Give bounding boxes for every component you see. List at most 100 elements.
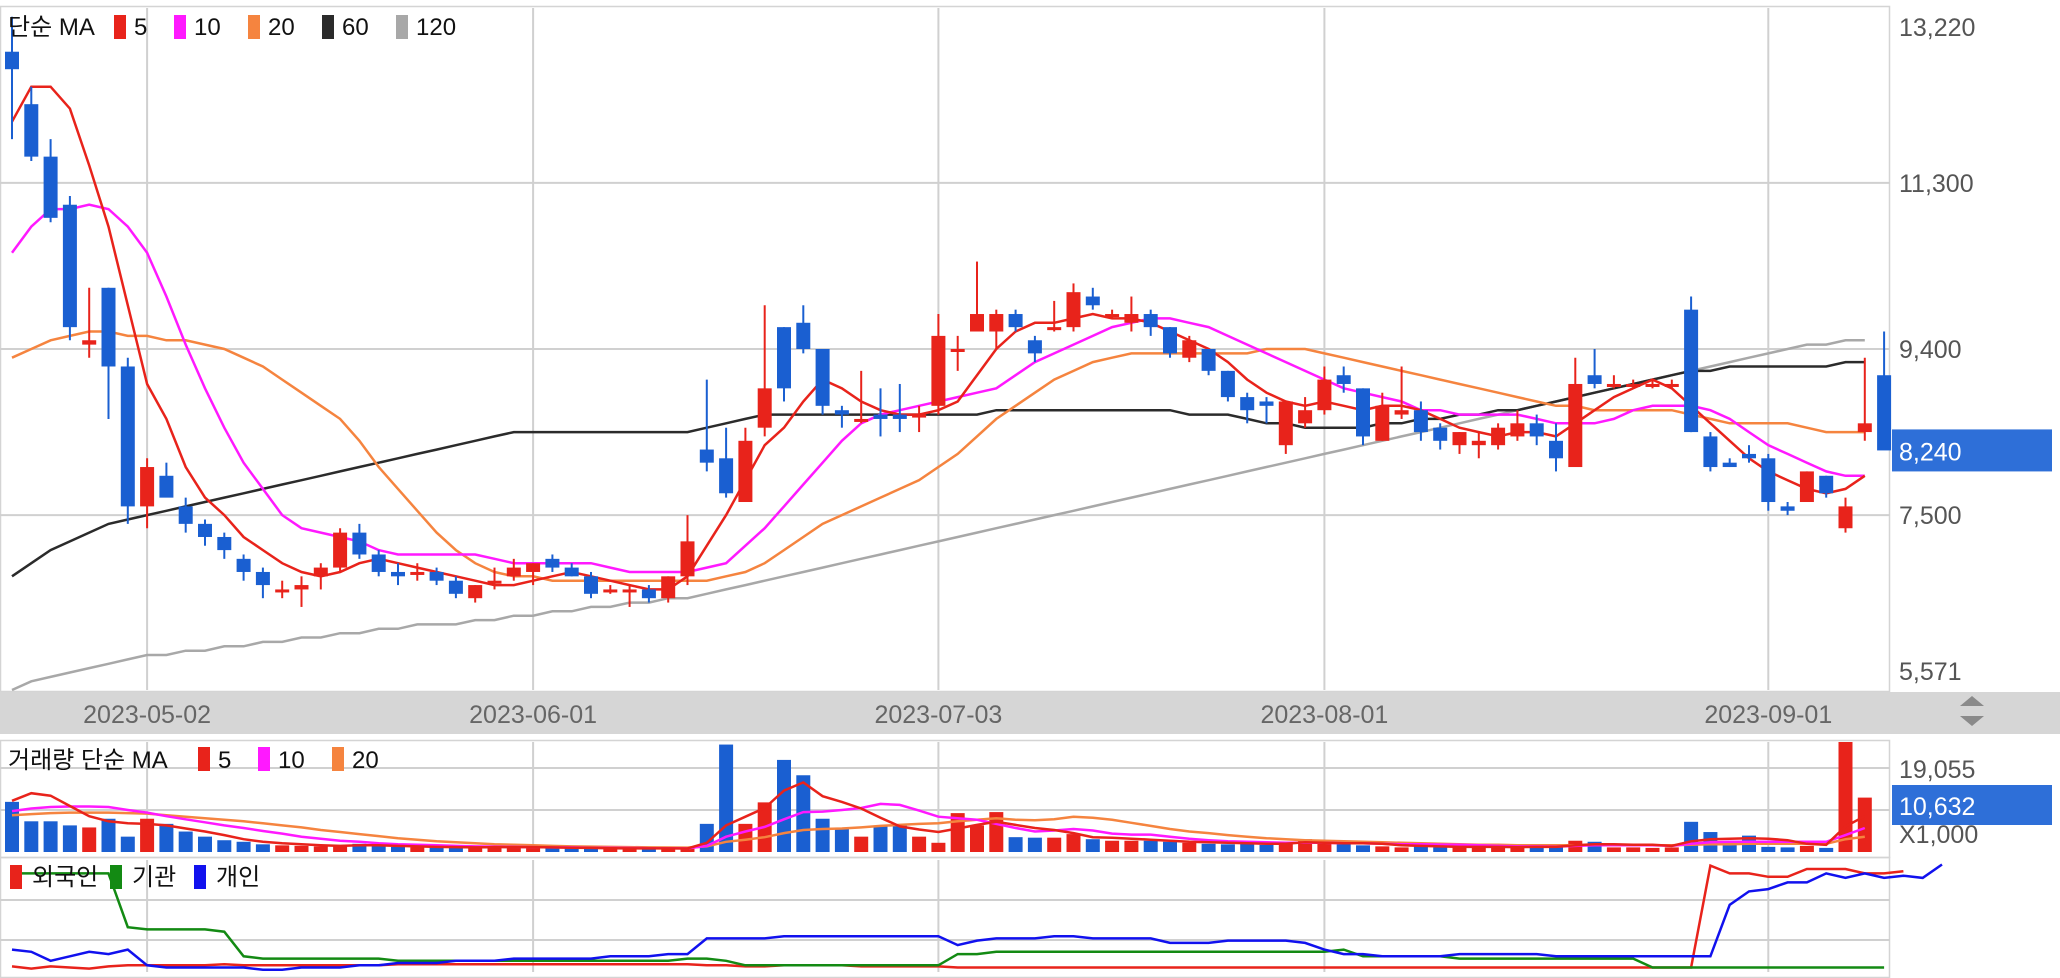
candle-body [1838,506,1853,529]
volume-legend-label-ma-5: 5 [218,747,231,774]
volume-bar [873,826,888,852]
volume-axis: 19,055 X1,00010,632 [1892,756,2052,849]
volume-bar [101,818,116,852]
candle-body [1780,506,1795,511]
candle-body [796,322,811,349]
candle-body [719,458,734,494]
candle-body [1298,410,1313,424]
investor-legend-swatch [110,865,122,889]
legend-label-ma-10: 10 [194,14,221,41]
volume-bar [294,845,309,852]
volume-bar [1124,840,1139,852]
candle-body [62,204,77,328]
volume-bar [43,821,58,852]
investor-flow-lines [11,863,1943,972]
legend-label-ma-5: 5 [134,14,147,41]
candle-body [294,585,309,590]
candle-body [1240,397,1255,411]
legend-swatch-ma-10 [174,15,186,39]
candle-body [1761,458,1776,503]
volume-bar [313,846,328,852]
investor-legend-swatch [194,865,206,889]
candle-body [82,340,97,345]
candle-body [777,327,791,389]
candle-body [1182,340,1197,358]
investor-legend-label: 개인 [216,864,260,891]
volume-bar [854,836,869,852]
volume-bar [1626,847,1641,852]
volume-bar [1259,844,1274,852]
volume-bar [120,836,135,852]
candle-body [854,418,869,422]
legend-swatch-ma-5 [114,15,126,39]
candle-body [468,585,483,599]
volume-bar [159,823,174,852]
volume-bar [834,828,849,852]
volume-bar [1047,837,1062,852]
volume-bar [1761,846,1776,852]
candle-body [757,388,772,428]
volume-legend-swatch-ma-5 [198,747,210,771]
volume-bar [217,840,232,852]
price-tick-label: 13,220 [1899,14,1975,42]
candle-body [989,314,1004,332]
candle-body [912,414,927,418]
candle-body [43,156,58,218]
candle-body [429,571,444,581]
volume-bar [777,759,791,852]
candle-body [236,558,251,572]
candle-body [1529,423,1544,437]
candle-body [1664,383,1679,387]
candle-body [680,541,695,577]
candle-body [564,567,579,577]
volume-tick-label: X1,000 [1899,821,1978,849]
volume-bar [236,841,251,852]
candle-body [661,576,676,599]
candle-body [1317,379,1332,411]
candle-body [275,589,290,593]
candle-body [1027,340,1042,354]
volume-bar [1240,843,1255,852]
candle [1703,432,1718,472]
candle-body [1394,410,1409,415]
candle-body [641,589,656,599]
volume-legend-label: 거래량 단순 MA [8,747,168,774]
candle [62,195,77,341]
candle [1799,471,1814,503]
candle-body [313,567,328,577]
volume-bar [1336,844,1351,852]
volume-bar [178,831,193,852]
candle-body [178,506,193,524]
legend-swatch-ma-20 [248,15,260,39]
date-tick-label: 2023-08-01 [1260,701,1388,729]
legend-label-ma-20: 20 [268,14,295,41]
candle [1163,327,1177,358]
candle-body [1278,401,1293,446]
investor-legend-label: 기관 [132,864,176,891]
legend-label-ma-120: 120 [416,14,456,41]
candle-body [1587,375,1602,384]
price-tick-label: 7,500 [1899,502,1962,530]
candle-body [1857,423,1872,433]
volume-bar [1220,844,1235,852]
candle [333,528,348,572]
price-tick-label: 9,400 [1899,336,1962,364]
candle-body [448,580,463,594]
candle-body [1568,383,1583,468]
volume-bar [410,847,425,852]
candle-body [1433,427,1448,441]
current-price-label: 8,240 [1899,438,1962,466]
volume-bar [391,846,405,852]
candle-body [1452,432,1467,446]
candle-body [487,580,502,584]
candle-body [1047,327,1062,331]
price-legend-label: 단순 MA [8,14,95,41]
candle-body [1549,440,1563,459]
candle-body [1066,292,1081,328]
date-tick-label: 2023-06-01 [469,701,597,729]
candle-body [1877,375,1892,451]
candle-body [1143,314,1158,328]
volume-bar [82,827,97,852]
volume-bar [1684,821,1699,852]
volume-bar [970,825,984,852]
